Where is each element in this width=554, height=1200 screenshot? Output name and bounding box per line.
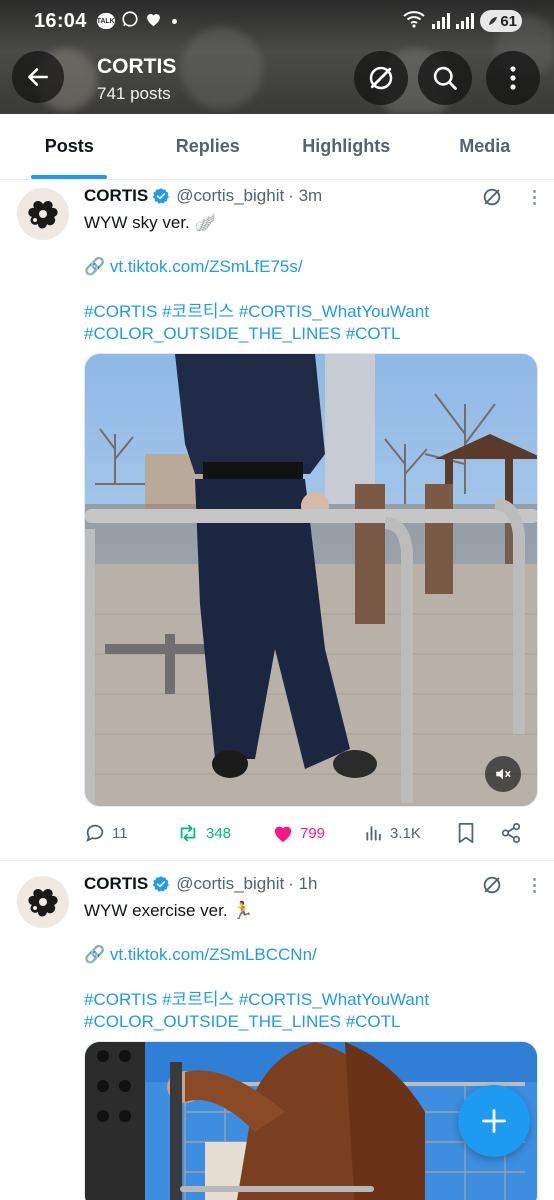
posts-count: 741 posts bbox=[97, 84, 171, 103]
bookmark-icon bbox=[458, 822, 474, 844]
status-time: 16:04 bbox=[34, 9, 87, 32]
repost-button[interactable]: 348 bbox=[176, 822, 272, 844]
battery-indicator: 61 bbox=[480, 10, 522, 32]
whatsapp-icon bbox=[121, 10, 139, 33]
tab-media[interactable]: Media bbox=[416, 114, 554, 179]
status-bar: 16:04 TALK 61 bbox=[0, 0, 554, 42]
hashtags-line-2[interactable]: #COLOR_OUTSIDE_THE_LINES #COTL bbox=[84, 1011, 400, 1034]
cortis-logo-icon bbox=[28, 889, 58, 917]
more-notifications-dot bbox=[171, 18, 177, 24]
verified-icon bbox=[152, 188, 170, 204]
video-media[interactable] bbox=[84, 353, 538, 807]
mute-button[interactable] bbox=[485, 756, 521, 792]
mute-icon bbox=[496, 768, 511, 780]
tab-posts[interactable]: Posts bbox=[0, 114, 139, 179]
grok-icon[interactable] bbox=[481, 874, 503, 896]
back-button[interactable] bbox=[12, 51, 64, 103]
avatar[interactable] bbox=[17, 188, 69, 240]
post-divider bbox=[0, 860, 554, 861]
talk-notification-icon: TALK bbox=[97, 13, 115, 29]
tab-label: Posts bbox=[44, 136, 94, 156]
wifi-icon bbox=[402, 10, 426, 33]
post-link[interactable]: 🔗 vt.tiktok.com/ZSmLfE75s/ bbox=[84, 256, 303, 279]
tab-highlights[interactable]: Highlights bbox=[277, 114, 416, 179]
author-name[interactable]: CORTIS bbox=[84, 874, 148, 894]
verified-icon bbox=[152, 876, 170, 892]
heart-notification-icon bbox=[145, 11, 162, 32]
author-handle[interactable]: @cortis_bighit bbox=[176, 874, 284, 894]
home-indicator[interactable] bbox=[180, 1186, 374, 1192]
post-text: WYW sky ver. 🪽 bbox=[84, 213, 216, 232]
post-text: WYW exercise ver. 🏃 bbox=[84, 901, 254, 920]
post-link[interactable]: 🔗 vt.tiktok.com/ZSmLBCCNn/ bbox=[84, 944, 317, 967]
profile-header: 16:04 TALK 61 CORTIS 741 posts bbox=[0, 0, 554, 114]
tab-label: Highlights bbox=[302, 136, 391, 156]
share-icon bbox=[501, 822, 521, 844]
hashtags-line-1[interactable]: #CORTIS #코르티스 #CORTIS_WhatYouWant bbox=[84, 301, 429, 324]
views-button[interactable]: 3.1K bbox=[364, 823, 456, 843]
author-name[interactable]: CORTIS bbox=[84, 186, 148, 206]
back-arrow-icon bbox=[28, 68, 48, 86]
bookmark-button[interactable] bbox=[456, 822, 500, 844]
signal-2-icon bbox=[456, 13, 474, 29]
hashtags-line-1[interactable]: #CORTIS #코르티스 #CORTIS_WhatYouWant bbox=[84, 989, 429, 1012]
compose-button[interactable] bbox=[458, 1085, 530, 1157]
post-actions: 11 348 799 3.1K bbox=[84, 822, 538, 844]
like-count: 799 bbox=[300, 824, 326, 842]
post-time: · 3m bbox=[288, 186, 323, 205]
reply-button[interactable]: 11 bbox=[84, 822, 176, 844]
video-frame bbox=[85, 354, 537, 806]
tab-label: Media bbox=[459, 136, 511, 156]
reply-icon bbox=[86, 824, 104, 843]
author-handle[interactable]: @cortis_bighit bbox=[176, 186, 284, 206]
post-time: · 1h bbox=[288, 874, 318, 893]
search-icon bbox=[433, 66, 457, 90]
hashtags-line-2[interactable]: #COLOR_OUTSIDE_THE_LINES #COTL bbox=[84, 323, 400, 346]
views-icon bbox=[366, 826, 381, 841]
views-count: 3.1K bbox=[390, 824, 421, 842]
share-button[interactable] bbox=[500, 822, 522, 844]
repost-icon bbox=[180, 824, 196, 842]
grok-button[interactable] bbox=[354, 51, 408, 105]
post-1[interactable]: CORTIS @cortis_bighit · 3m WYW sky ver. … bbox=[0, 180, 554, 860]
profile-tabs: Posts Replies Highlights Media bbox=[0, 114, 554, 180]
avatar[interactable] bbox=[17, 876, 69, 928]
battery-level: 61 bbox=[500, 12, 517, 30]
repost-count: 348 bbox=[206, 824, 232, 842]
profile-name: CORTIS bbox=[97, 55, 177, 78]
compose-plus-icon bbox=[482, 1109, 506, 1133]
more-icon[interactable] bbox=[533, 189, 536, 205]
like-button[interactable]: 799 bbox=[272, 823, 364, 843]
tab-replies[interactable]: Replies bbox=[139, 114, 278, 179]
like-icon bbox=[274, 826, 292, 843]
cortis-logo-icon bbox=[28, 201, 58, 229]
more-options-button[interactable] bbox=[486, 51, 540, 105]
search-button[interactable] bbox=[418, 51, 472, 105]
tab-label: Replies bbox=[175, 136, 240, 156]
more-icon bbox=[510, 66, 516, 90]
post-2[interactable]: CORTIS @cortis_bighit · 1h WYW exercise … bbox=[0, 868, 554, 1200]
signal-icon bbox=[432, 13, 450, 29]
active-tab-indicator bbox=[31, 175, 108, 179]
more-icon[interactable] bbox=[533, 877, 536, 893]
reply-count: 11 bbox=[112, 824, 128, 842]
grok-icon[interactable] bbox=[481, 186, 503, 208]
grok-icon bbox=[369, 66, 393, 90]
